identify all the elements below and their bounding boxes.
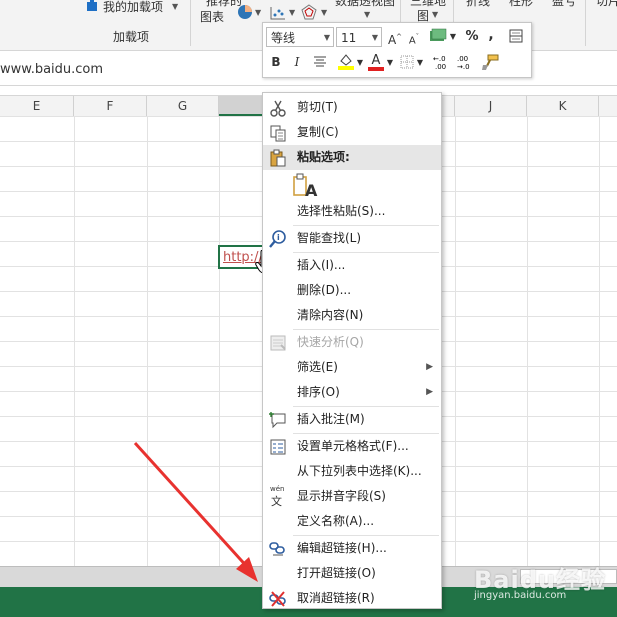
annotation-arrow	[133, 441, 258, 582]
